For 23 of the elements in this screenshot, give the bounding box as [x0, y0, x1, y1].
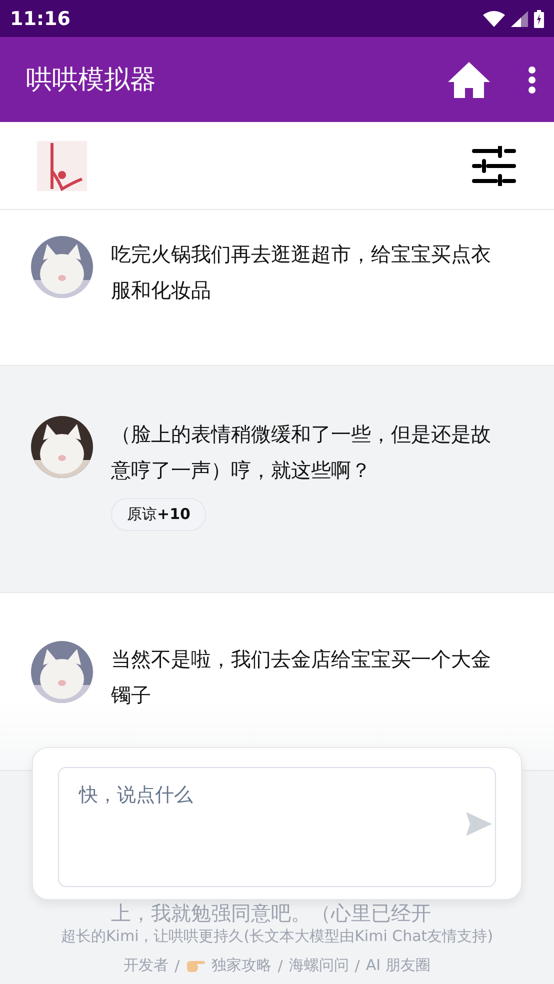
separator: /: [354, 956, 360, 974]
message-text: 吃完火锅我们再去逛逛超市，给宝宝买点衣服和化妆品: [111, 241, 492, 304]
credit-text: 超长的Kimi，让哄哄更持久(长文本大模型由Kimi Chat友情支持): [60, 927, 494, 946]
app-title: 哄哄模拟器: [26, 64, 157, 97]
footer-link[interactable]: 独家攻略: [212, 956, 272, 975]
home-icon[interactable]: [448, 62, 490, 98]
message-text: （脸上的表情稍微缓和了一些，但是还是故意哼了一声）哼，就这些啊？: [111, 421, 492, 484]
message-text: 上，我就勉强同意吧。（心里已经开: [111, 901, 431, 925]
separator: /: [174, 956, 180, 974]
footer-link[interactable]: 开发者: [124, 956, 169, 975]
wifi-icon: [483, 10, 505, 26]
score-tag: 原谅+10: [111, 498, 206, 531]
footer-link[interactable]: AI 朋友圈: [366, 956, 430, 975]
settings-icon[interactable]: [472, 146, 516, 186]
message-input[interactable]: 快，说点什么: [58, 767, 496, 887]
logo-icon: [37, 140, 87, 190]
message-text: 当然不是啦，我们去金店给宝宝买一个大金镯子: [111, 646, 492, 709]
more-icon[interactable]: [528, 66, 536, 94]
battery-icon: [534, 10, 544, 28]
status-time: 11:16: [10, 8, 70, 30]
signal-icon: [511, 10, 528, 26]
footer-link[interactable]: 海螺问问: [288, 956, 349, 975]
separator: /: [278, 956, 283, 974]
